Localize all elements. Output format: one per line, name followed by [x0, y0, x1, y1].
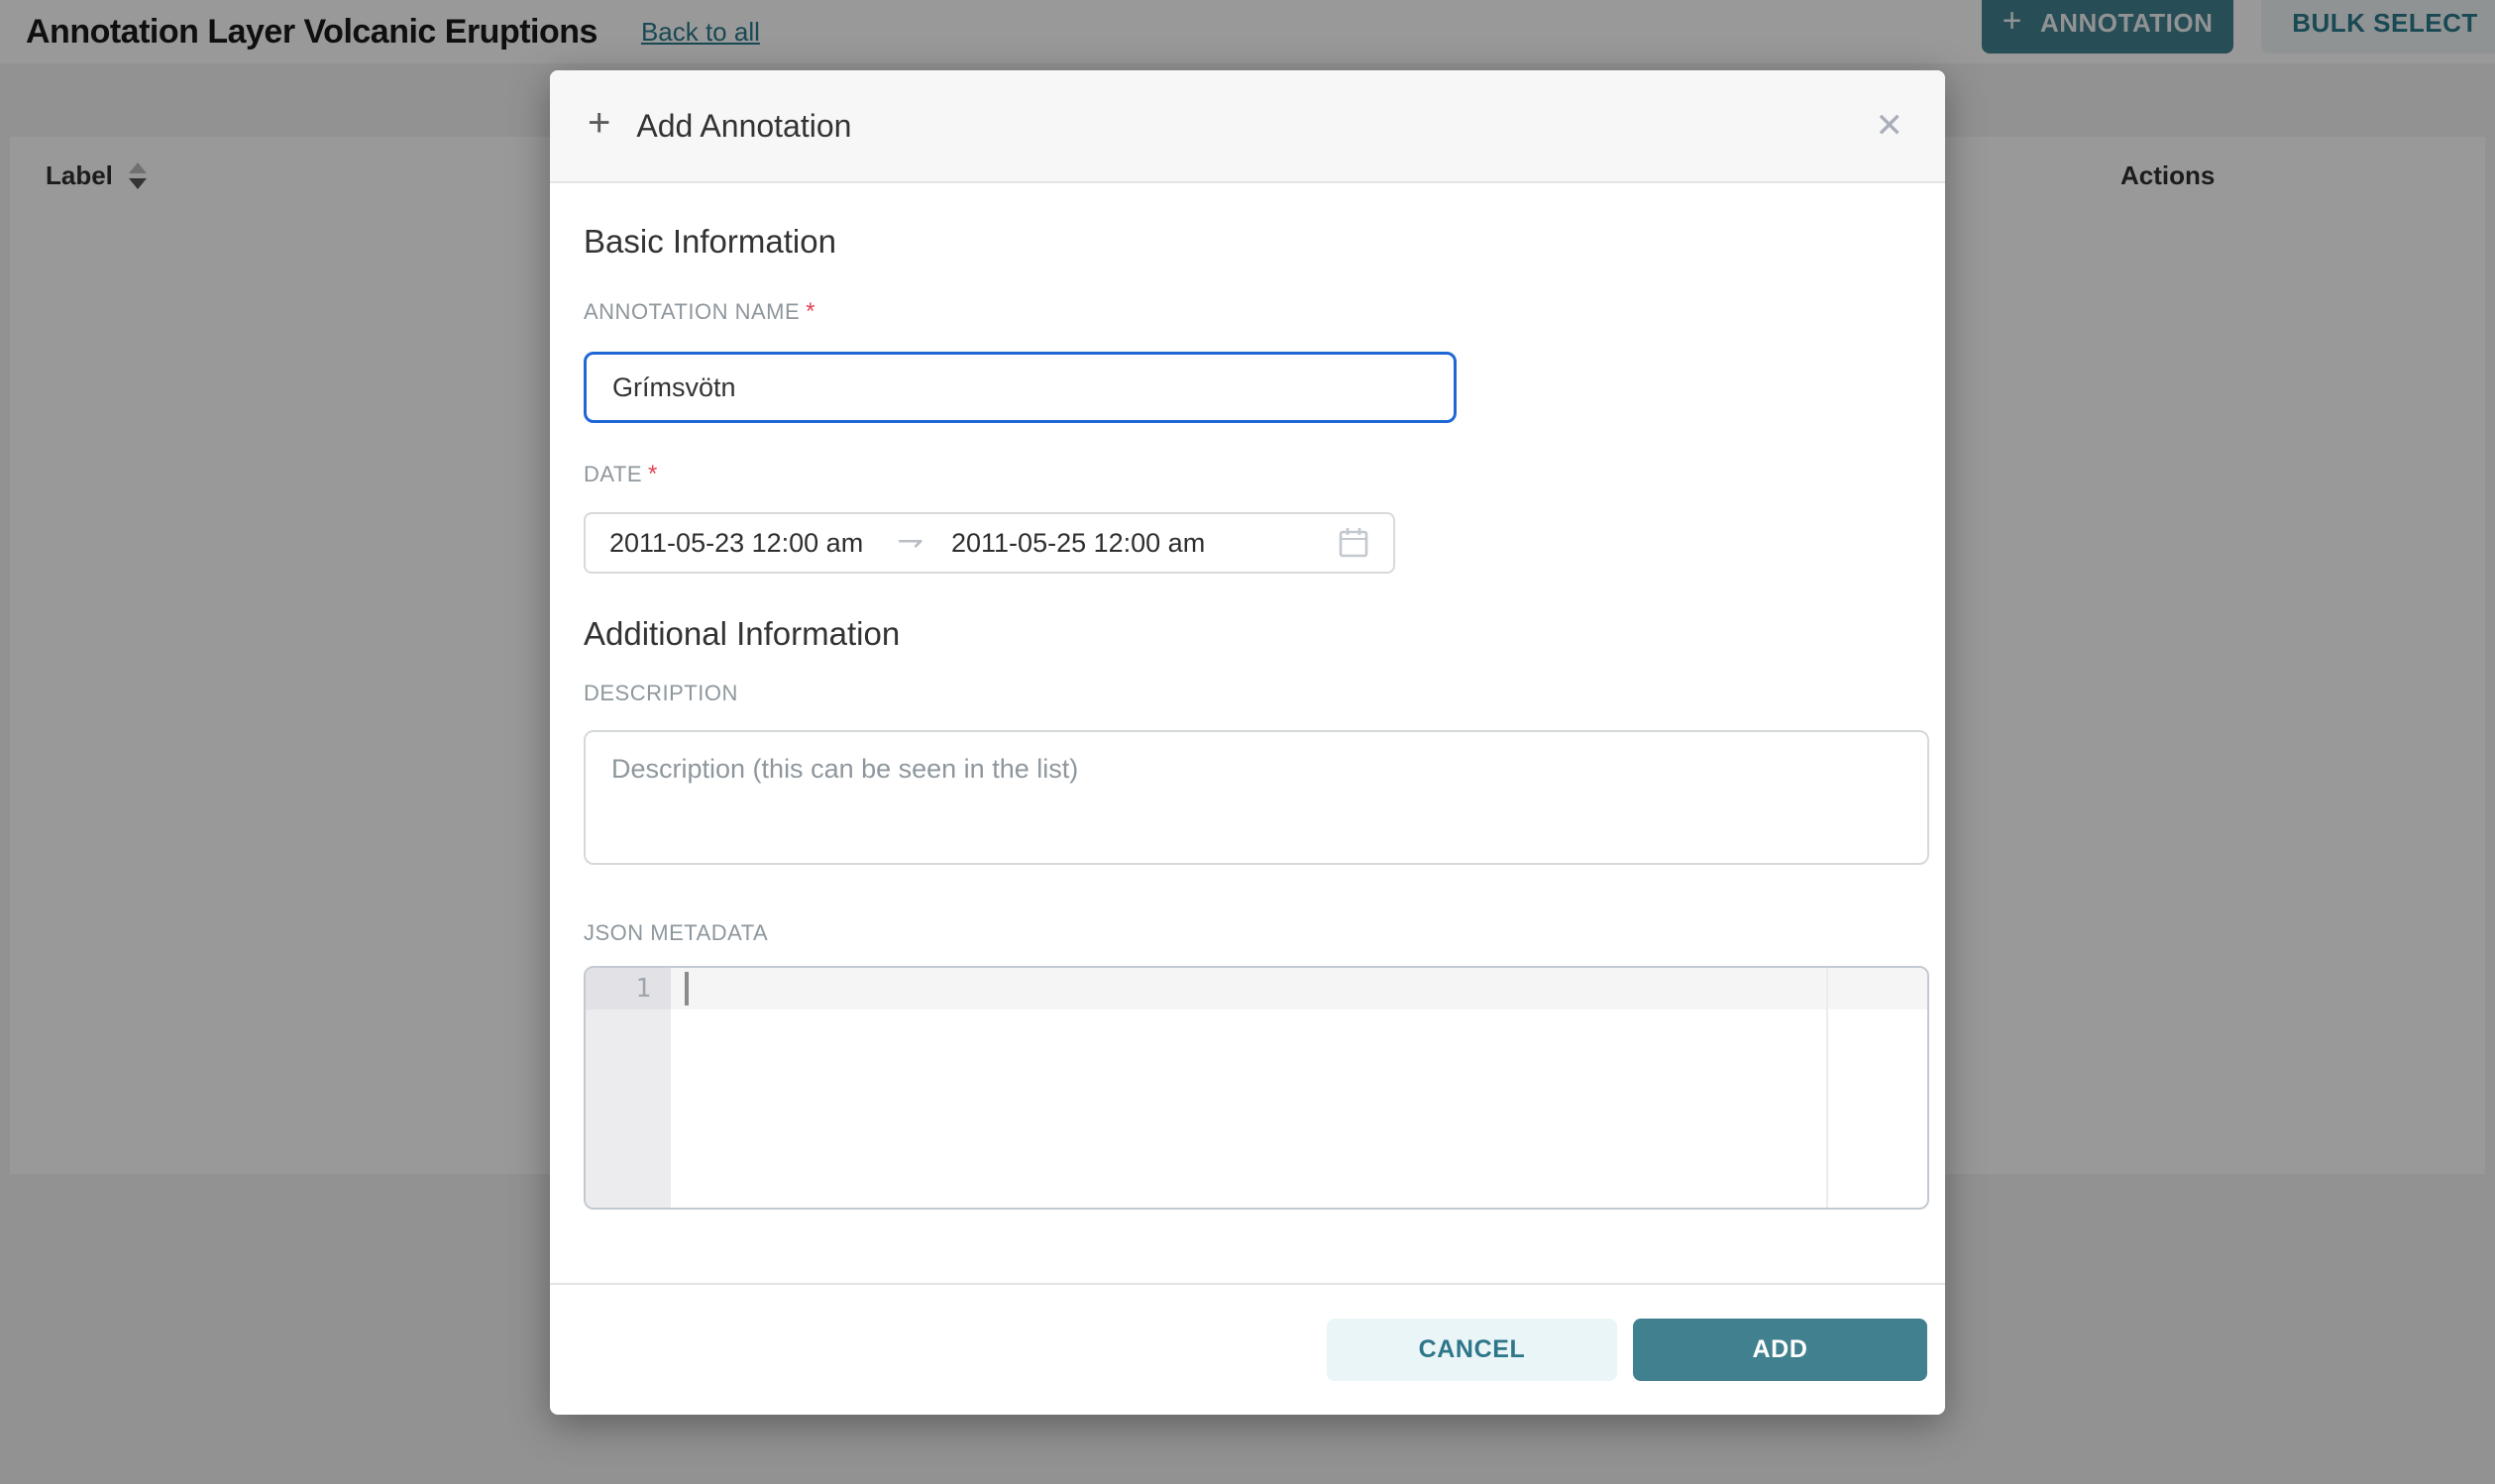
modal-title: Add Annotation	[636, 108, 851, 145]
plus-icon: +	[588, 103, 610, 143]
editor-line-number: 1	[586, 968, 671, 1009]
date-start-value[interactable]: 2011-05-23 12:00 am	[609, 528, 863, 559]
modal-body: Basic Information ANNOTATION NAME* DATE*…	[550, 183, 1945, 1283]
close-icon[interactable]: ✕	[1876, 106, 1904, 146]
annotation-name-input[interactable]	[584, 352, 1457, 423]
add-button[interactable]: ADD	[1633, 1319, 1927, 1381]
description-label: DESCRIPTION	[584, 681, 1929, 706]
calendar-icon[interactable]	[1338, 526, 1369, 560]
cancel-button[interactable]: CANCEL	[1327, 1319, 1617, 1381]
date-range-picker[interactable]: 2011-05-23 12:00 am ⇁ 2011-05-25 12:00 a…	[584, 512, 1395, 574]
modal-footer: CANCEL ADD	[550, 1283, 1945, 1415]
json-metadata-editor[interactable]: 1	[584, 966, 1929, 1210]
date-end-value[interactable]: 2011-05-25 12:00 am	[951, 528, 1205, 559]
additional-information-heading: Additional Information	[584, 615, 1929, 653]
editor-cursor	[685, 972, 689, 1006]
json-metadata-label: JSON METADATA	[584, 920, 1929, 946]
modal-header: + Add Annotation ✕	[550, 70, 1945, 183]
required-asterisk: *	[648, 461, 658, 487]
editor-print-margin	[1826, 968, 1828, 1208]
basic-information-heading: Basic Information	[584, 223, 1929, 261]
add-annotation-modal: + Add Annotation ✕ Basic Information ANN…	[550, 70, 1945, 1415]
required-asterisk: *	[806, 298, 815, 325]
editor-active-line	[671, 968, 1927, 1009]
range-arrow-icon: ⇁	[897, 521, 923, 559]
description-textarea[interactable]	[584, 730, 1929, 865]
annotation-name-label: ANNOTATION NAME*	[584, 298, 1929, 326]
date-label: DATE*	[584, 461, 1929, 488]
